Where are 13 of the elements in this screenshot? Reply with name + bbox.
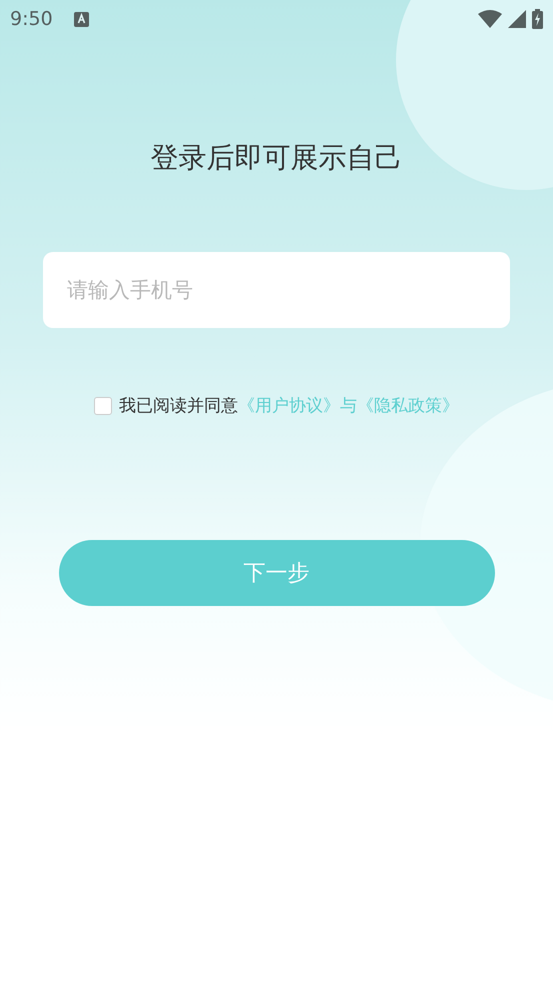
agreement-text: 我已阅读并同意 [119,395,238,417]
wifi-icon [478,10,502,28]
agreement-checkbox[interactable] [94,396,112,414]
battery-charging-icon [532,9,543,29]
page-title: 登录后即可展示自己 [150,140,402,176]
agreement-link[interactable]: 《用户协议》 [238,394,340,417]
phone-input-field[interactable]: 请输入手机号 [43,252,510,328]
privacy-link[interactable]: 《隐私政策》 [357,394,459,417]
clock: 9:50 [10,8,53,30]
signal-icon [508,10,526,28]
keyboard-notification-icon [74,12,89,26]
conjunction-text: 与 [340,395,357,417]
next-step-button[interactable]: 下一步 [58,540,494,606]
